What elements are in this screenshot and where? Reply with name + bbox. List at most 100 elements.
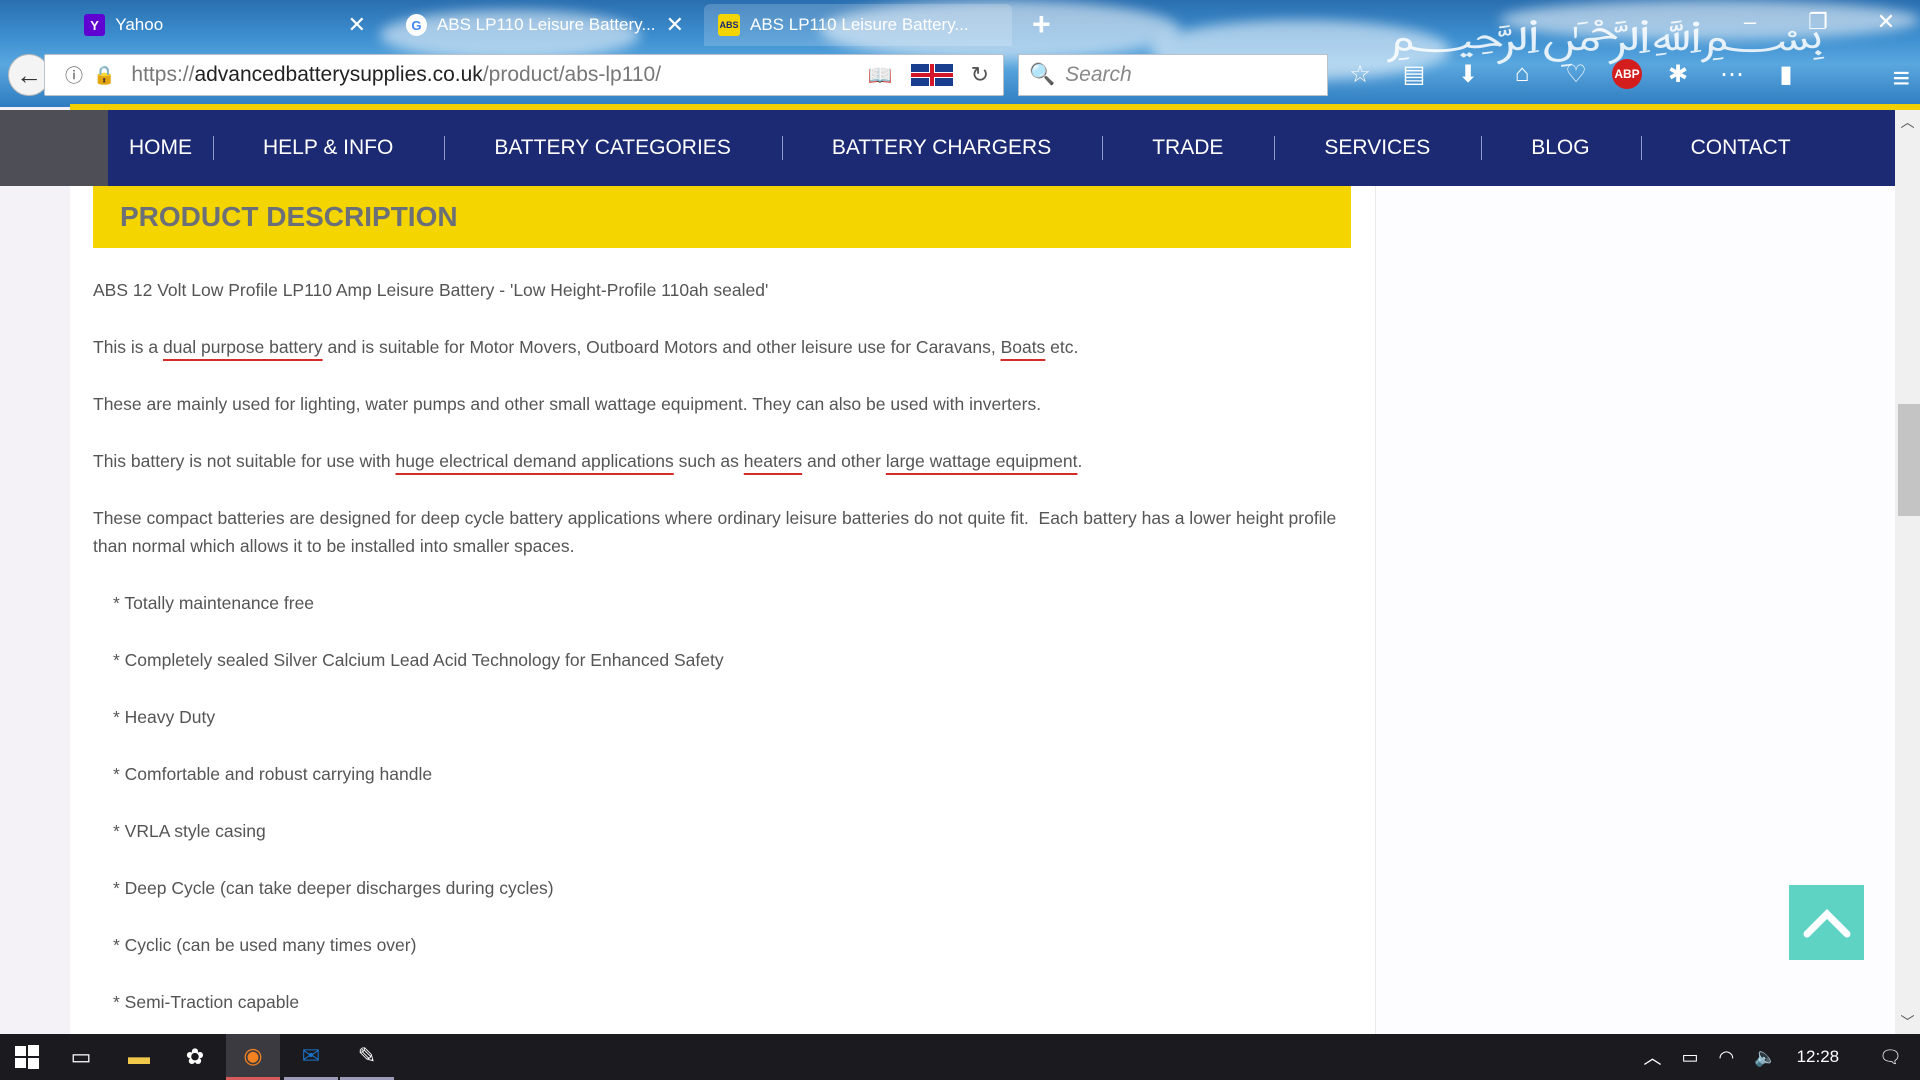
feature-bullet: * Cyclic (can be used many times over) xyxy=(113,935,417,955)
text-span: such as xyxy=(673,451,744,471)
dual-purpose-battery-link[interactable]: dual purpose battery xyxy=(163,337,323,357)
nav-home[interactable]: HOME xyxy=(108,136,213,160)
tab-title: ABS LP110 Leisure Battery... xyxy=(436,15,656,34)
nav-help-info[interactable]: HELP & INFO xyxy=(214,136,444,160)
firefox-icon[interactable]: ◉ xyxy=(226,1034,280,1080)
extension-icon[interactable]: ▮ xyxy=(1768,56,1804,92)
toolbar-icons: ☆ ▤ ⬇ ⌂ ♡ ABP ✱ ⋯ ▮ xyxy=(1342,56,1804,92)
spellcheck-underline: huge electrical demand applications xyxy=(395,451,674,471)
feature-bullet: * Heavy Duty xyxy=(113,707,216,727)
extension-icon[interactable]: ✱ xyxy=(1660,56,1696,92)
windows-taskbar: ▭ ▬ ✿ ◉ ✉ ✎ ︿ ▭ ◠ 🔈 12:28 🗨 xyxy=(0,1034,1920,1080)
tray-chevron-up-icon[interactable]: ︿ xyxy=(1643,1044,1661,1070)
back-arrow-icon: ← xyxy=(16,59,42,90)
close-window-icon[interactable]: ✕ xyxy=(1852,0,1920,44)
nav-contact[interactable]: CONTACT xyxy=(1642,136,1791,160)
feature-bullet: * Deep Cycle (can take deeper discharges… xyxy=(113,878,554,898)
nav-logo-area xyxy=(0,110,108,186)
text-span: and other xyxy=(802,451,886,471)
menu-icon[interactable]: ≡ xyxy=(1892,62,1910,96)
browser-chrome: ﷽ Y Yahoo ✕ G ABS LP110 Leisure Battery.… xyxy=(0,0,1920,107)
paint-icon[interactable]: ✎ xyxy=(340,1034,394,1080)
boats-link[interactable]: Boats xyxy=(1001,337,1046,357)
reload-icon[interactable]: ↻ xyxy=(971,62,989,88)
spellcheck-underline: large wattage equipment xyxy=(885,451,1078,471)
spellcheck-underline: heaters xyxy=(743,451,803,471)
url-scheme: https:// xyxy=(131,63,195,86)
nav-trade[interactable]: TRADE xyxy=(1103,136,1274,160)
feature-bullet: * Completely sealed Silver Calcium Lead … xyxy=(113,650,724,670)
windows-start-icon[interactable] xyxy=(0,1034,54,1080)
product-description-title: PRODUCT DESCRIPTION xyxy=(93,186,1351,248)
scroll-down-icon[interactable]: ﹀ xyxy=(1895,1012,1920,1032)
nav-battery-categories[interactable]: BATTERY CATEGORIES xyxy=(445,136,782,160)
nav-services[interactable]: SERVICES xyxy=(1275,136,1481,160)
scroll-up-icon[interactable]: ︿ xyxy=(1895,112,1920,132)
lock-icon: 🔒 xyxy=(93,64,116,85)
tab-strip: Y Yahoo ✕ G ABS LP110 Leisure Battery...… xyxy=(0,0,1920,46)
more-extensions-icon[interactable]: ⋯ xyxy=(1714,56,1750,92)
description-paragraph: These compact batteries are designed for… xyxy=(93,508,1342,556)
download-icon[interactable]: ⬇ xyxy=(1450,56,1486,92)
nav-battery-chargers[interactable]: BATTERY CHARGERS xyxy=(783,136,1102,160)
system-tray: ︿ ▭ ◠ 🔈 12:28 🗨 xyxy=(1643,1034,1920,1080)
address-bar[interactable]: ⓘ 🔒 https:// advancedbatterysupplies.co.… xyxy=(44,54,1004,96)
scrollbar-thumb[interactable] xyxy=(1898,404,1920,516)
text-span: This battery is not suitable for use wit… xyxy=(93,451,396,471)
notifications-icon[interactable]: 🗨 xyxy=(1879,1047,1902,1068)
text-span: etc. xyxy=(1045,337,1079,357)
tab-google-search[interactable]: G ABS LP110 Leisure Battery... ✕ xyxy=(392,4,698,46)
description-paragraph: This battery is not suitable for use wit… xyxy=(93,447,1351,475)
pocket-icon[interactable]: ♡ xyxy=(1558,56,1594,92)
tab-title: ABS LP110 Leisure Battery... xyxy=(750,15,969,34)
volume-icon[interactable]: 🔈 xyxy=(1754,1047,1776,1068)
restore-icon[interactable]: ❐ xyxy=(1784,0,1852,44)
clock[interactable]: 12:28 xyxy=(1797,1047,1840,1067)
url-domain: advancedbatterysupplies.co.uk xyxy=(194,63,483,86)
info-icon[interactable]: ⓘ xyxy=(65,62,83,88)
chevron-up-icon xyxy=(1803,908,1850,937)
outlook-icon[interactable]: ✉ xyxy=(284,1034,338,1080)
tab-abs-product[interactable]: ABS ABS LP110 Leisure Battery... xyxy=(704,4,1012,46)
home-icon[interactable]: ⌂ xyxy=(1504,56,1540,92)
navigation-toolbar: ← ⓘ 🔒 https:// advancedbatterysupplies.c… xyxy=(0,48,1920,104)
text-span: and is suitable for Motor Movers, Outboa… xyxy=(322,337,1001,357)
new-tab-button[interactable]: + xyxy=(1032,6,1051,43)
window-controls: – ❐ ✕ xyxy=(1716,0,1920,44)
search-placeholder: Search xyxy=(1065,63,1132,86)
feature-bullet: * Totally maintenance free xyxy=(113,593,315,613)
search-input[interactable]: 🔍 Search xyxy=(1018,54,1328,96)
product-description-body: ABS 12 Volt Low Profile LP110 Amp Leisur… xyxy=(93,276,1351,1045)
close-tab-icon[interactable]: ✕ xyxy=(666,12,684,38)
nav-blog[interactable]: BLOG xyxy=(1482,136,1640,160)
text-span: . xyxy=(1077,451,1083,471)
back-to-top-button[interactable] xyxy=(1789,885,1864,960)
minimize-icon[interactable]: – xyxy=(1716,0,1784,44)
yahoo-favicon-icon: Y xyxy=(84,14,106,36)
tab-title: Yahoo xyxy=(115,15,164,34)
abs-favicon-icon: ABS xyxy=(718,14,740,36)
product-content: PRODUCT DESCRIPTION ABS 12 Volt Low Prof… xyxy=(70,186,1375,1034)
text-span: This is a xyxy=(93,337,164,357)
uk-flag-icon[interactable] xyxy=(910,64,953,86)
feature-bullet: * VRLA style casing xyxy=(113,821,266,841)
wifi-icon[interactable]: ◠ xyxy=(1718,1047,1734,1068)
site-navigation: HOME HELP & INFO BATTERY CATEGORIES BATT… xyxy=(0,110,1895,186)
reader-view-icon[interactable]: 📖 xyxy=(868,63,893,88)
google-favicon-icon: G xyxy=(406,14,427,36)
bookmark-star-icon[interactable]: ☆ xyxy=(1342,56,1378,92)
feature-bullet: * Comfortable and robust carrying handle xyxy=(113,764,433,784)
battery-icon[interactable]: ▭ xyxy=(1681,1047,1698,1068)
task-view-icon[interactable]: ▭ xyxy=(54,1034,108,1080)
description-paragraph: These are mainly used for lighting, wate… xyxy=(93,394,1042,414)
description-paragraph: ABS 12 Volt Low Profile LP110 Amp Leisur… xyxy=(93,280,769,300)
feature-bullet: * Semi-Traction capable xyxy=(113,992,300,1012)
file-explorer-icon[interactable]: ▬ xyxy=(112,1034,166,1080)
app-icon[interactable]: ✿ xyxy=(168,1034,222,1080)
adblock-plus-icon[interactable]: ABP xyxy=(1612,59,1642,89)
reading-list-icon[interactable]: ▤ xyxy=(1396,56,1432,92)
close-tab-icon[interactable]: ✕ xyxy=(348,12,366,38)
description-paragraph: This is a dual purpose battery and is su… xyxy=(93,333,1351,361)
page-scrollbar[interactable]: ︿ ﹀ xyxy=(1895,110,1920,1034)
tab-yahoo[interactable]: Y Yahoo ✕ xyxy=(70,4,380,46)
